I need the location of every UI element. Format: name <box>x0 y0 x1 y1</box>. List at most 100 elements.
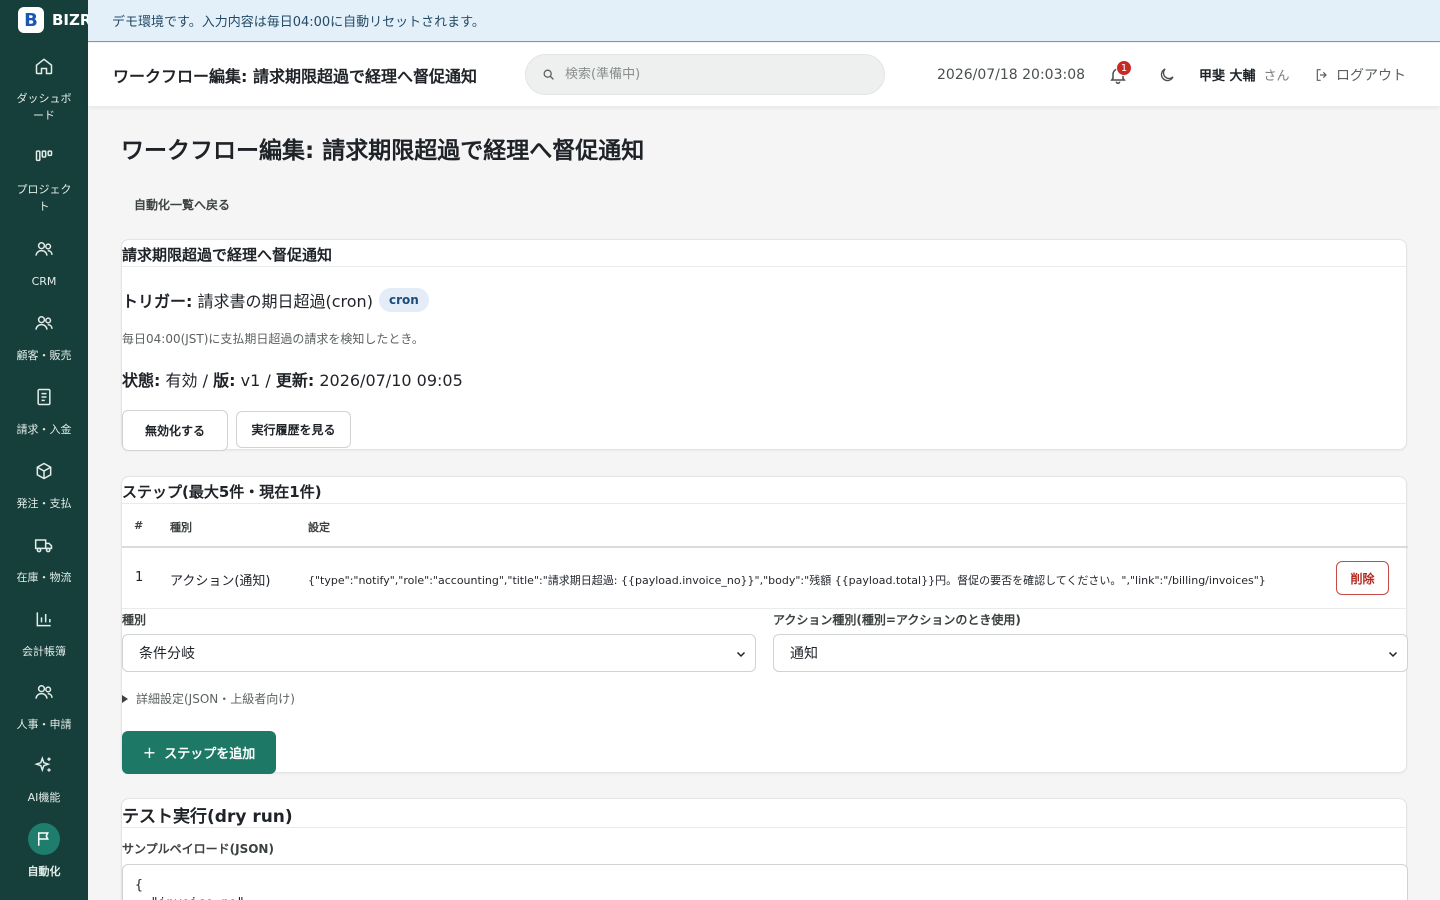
sidebar-item-label: 在庫・物流 <box>16 571 72 584</box>
sidebar-item-accounting[interactable]: 会計帳簿 <box>0 609 88 660</box>
add-step-label: ステップを追加 <box>164 747 256 762</box>
search-input[interactable] <box>565 67 865 82</box>
current-datetime: 2026/07/18 20:03:08 <box>937 66 1086 83</box>
sidebar-item-label: CRM <box>31 275 57 288</box>
step-number: 1 <box>135 570 144 585</box>
add-step-button[interactable]: + ステップを追加 <box>122 731 276 774</box>
sidebar-item-projects[interactable]: プロジェクト <box>0 147 88 215</box>
users-icon <box>35 316 53 330</box>
separator: / <box>265 371 271 390</box>
top-header: ワークフロー編集: 請求期限超過で経理へ督促通知 2026/07/18 20:0… <box>88 43 1440 106</box>
active-indicator <box>28 823 60 855</box>
table-row: 1 アクション(通知) {"type":"notify","role":"acc… <box>122 549 1408 609</box>
updated-value: 2026/07/10 09:05 <box>319 371 463 390</box>
trigger-label: トリガー: <box>122 292 193 311</box>
brand-name: BIZR <box>52 11 92 29</box>
chevron-down-icon <box>736 651 746 658</box>
demo-banner: デモ環境です。入力内容は毎日04:00に自動リセットされます。 <box>88 0 1440 42</box>
kind-select[interactable]: 条件分岐 <box>122 634 756 672</box>
updated-label: 更新: <box>275 371 315 390</box>
back-to-automation-list-link[interactable]: 自動化一覧へ戻る <box>134 196 230 213</box>
disable-workflow-button[interactable]: 無効化する <box>122 410 228 451</box>
notification-badge: 1 <box>1116 60 1132 76</box>
trigger-tag: cron <box>378 288 429 312</box>
advanced-settings-toggle[interactable]: 詳細設定(JSON・上級者向け) <box>122 690 295 707</box>
action-kind-label: アクション種別(種別=アクションのとき使用) <box>773 613 1021 627</box>
test-run-title: テスト実行(dry run) <box>122 799 1406 828</box>
steps-table-header: # 種別 設定 <box>122 504 1408 548</box>
flag-icon <box>38 832 49 846</box>
workflow-summary-card: 請求期限超過で経理へ督促通知 トリガー: 請求書の期日超過(cron) cron… <box>121 239 1407 451</box>
sidebar-item-ai[interactable]: AI機能 <box>0 755 88 806</box>
sidebar-item-label: プロジェクト <box>16 183 72 213</box>
status-label: 状態: <box>122 371 161 390</box>
sidebar-item-purchasing[interactable]: 発注・支払 <box>0 461 88 512</box>
sample-payload-label: サンプルペイロード(JSON) <box>122 842 274 856</box>
document-icon <box>37 388 51 406</box>
sidebar-item-crm[interactable]: CRM <box>0 239 88 290</box>
sidebar-item-label: ダッシュボード <box>16 92 72 122</box>
plus-icon: + <box>142 743 157 762</box>
status-line: 状態: 有効 / 版: v1 / 更新: 2026/07/10 09:05 <box>122 367 463 391</box>
bar-chart-icon <box>36 612 51 627</box>
trigger-description: 毎日04:00(JST)に支払期日超過の請求を検知したとき。 <box>122 332 424 346</box>
disclosure-triangle-icon <box>122 694 128 703</box>
sparkles-icon <box>34 756 51 773</box>
kind-label: 種別 <box>122 613 147 627</box>
moon-icon[interactable] <box>1158 66 1176 84</box>
trigger-value: 請求書の期日超過(cron) <box>197 292 373 311</box>
delete-step-button[interactable]: 削除 <box>1336 561 1389 595</box>
search-box[interactable] <box>525 54 885 95</box>
sidebar-item-customers-sales[interactable]: 顧客・販売 <box>0 313 88 364</box>
truck-icon <box>34 539 53 553</box>
kind-selected-value: 条件分岐 <box>139 646 195 662</box>
action-kind-selected-value: 通知 <box>790 646 818 662</box>
sidebar-item-label: AI機能 <box>27 791 61 804</box>
steps-title: ステップ(最大5件・現在1件) <box>122 477 1406 504</box>
action-kind-select[interactable]: 通知 <box>773 634 1408 672</box>
workflow-name: 請求期限超過で経理へ督促通知 <box>122 240 1406 267</box>
logout-icon <box>1316 68 1327 81</box>
sidebar-item-label: 顧客・販売 <box>16 349 72 362</box>
user-suffix: さん <box>1263 69 1290 84</box>
page-title: ワークフロー編集: 請求期限超過で経理へ督促通知 <box>121 138 645 164</box>
step-config: {"type":"notify","role":"accounting","ti… <box>308 574 1266 587</box>
brand-mark: B <box>18 7 44 33</box>
sidebar-item-label: 人事・申請 <box>16 718 72 731</box>
sidebar: B BIZR ダッシュボード プロジェクト CRM 顧客・販売 請求・入金 発注… <box>0 0 91 900</box>
sidebar-item-billing[interactable]: 請求・入金 <box>0 387 88 438</box>
chevron-down-icon <box>1388 651 1398 658</box>
column-header-type: 種別 <box>170 521 192 534</box>
logout-label: ログアウト <box>1336 67 1406 84</box>
version-value: v1 <box>240 371 261 390</box>
sidebar-item-dashboard[interactable]: ダッシュボード <box>0 56 88 124</box>
version-label: 版: <box>213 371 236 390</box>
sidebar-item-label: 請求・入金 <box>16 423 72 436</box>
sidebar-item-label: 自動化 <box>27 865 61 878</box>
header-title: ワークフロー編集: 請求期限超過で経理へ督促通知 <box>113 66 477 86</box>
users-icon <box>35 685 53 699</box>
sidebar-item-automation[interactable]: 自動化 <box>0 823 88 880</box>
search-icon <box>543 69 554 80</box>
steps-card: ステップ(最大5件・現在1件) # 種別 設定 1 アクション(通知) {"ty… <box>121 476 1408 774</box>
advanced-settings-label: 詳細設定(JSON・上級者向け) <box>136 692 295 706</box>
user-name: 甲斐 大輔 <box>1199 69 1256 84</box>
banner-text: デモ環境です。入力内容は毎日04:00に自動リセットされます。 <box>112 15 485 30</box>
column-header-number: # <box>134 519 144 532</box>
user-display: 甲斐 大輔 さん <box>1199 65 1290 84</box>
brand-logo[interactable]: B BIZR <box>18 6 91 34</box>
home-icon <box>35 58 53 75</box>
users-icon <box>35 242 53 256</box>
sidebar-item-inventory[interactable]: 在庫・物流 <box>0 535 88 586</box>
step-type: アクション(通知) <box>170 574 271 589</box>
sidebar-item-label: 発注・支払 <box>16 497 72 510</box>
sidebar-item-label: 会計帳簿 <box>22 645 66 658</box>
sidebar-item-hr[interactable]: 人事・申請 <box>0 682 88 733</box>
logout-button[interactable]: ログアウト <box>1314 65 1406 85</box>
trigger-line: トリガー: 請求書の期日超過(cron) cron <box>122 288 429 312</box>
separator: / <box>202 371 208 390</box>
view-history-button[interactable]: 実行履歴を見る <box>236 411 351 448</box>
status-value: 有効 <box>165 371 198 390</box>
sample-payload-textarea[interactable]: { "invoice_no": <box>122 864 1408 900</box>
box-icon <box>36 462 52 480</box>
